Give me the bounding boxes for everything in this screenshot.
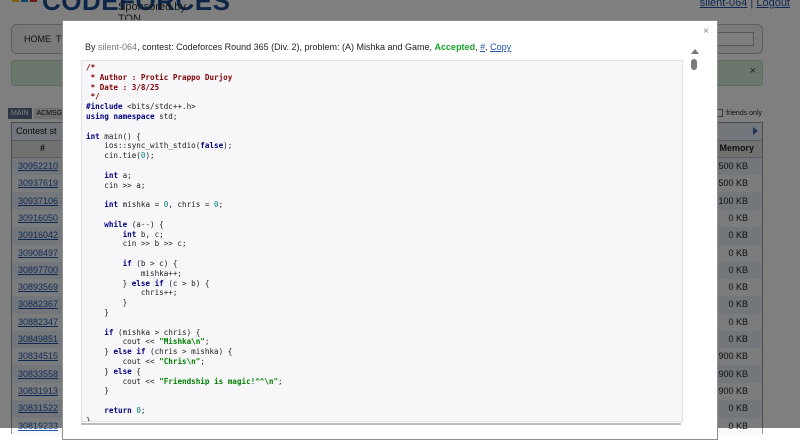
source-code[interactable]: /* * Author : Protic Prappo Durjoy * Dat… [82, 61, 682, 421]
scroll-up-arrow-icon[interactable] [691, 49, 699, 54]
modal-close-icon[interactable]: × [703, 26, 709, 37]
header-comma-2: , [485, 42, 488, 52]
modal-scrollbar[interactable] [691, 49, 699, 429]
copy-code-link[interactable]: Copy [490, 42, 511, 52]
source-code-box[interactable]: /* * Author : Protic Prappo Durjoy * Dat… [81, 60, 683, 422]
verdict-accepted: Accepted [434, 42, 476, 52]
author-handle[interactable]: silent-064 [98, 42, 137, 52]
contest-problem-text: , contest: Codeforces Round 365 (Div. 2)… [137, 42, 433, 52]
by-label: By [85, 42, 96, 52]
scroll-thumb[interactable] [691, 59, 697, 70]
source-code-modal: × By silent-064, contest: Codeforces Rou… [62, 20, 718, 440]
submission-info: By silent-064, contest: Codeforces Round… [85, 42, 511, 52]
header-comma: , [475, 42, 478, 52]
modal-horizontal-scrollbar[interactable] [81, 423, 681, 425]
